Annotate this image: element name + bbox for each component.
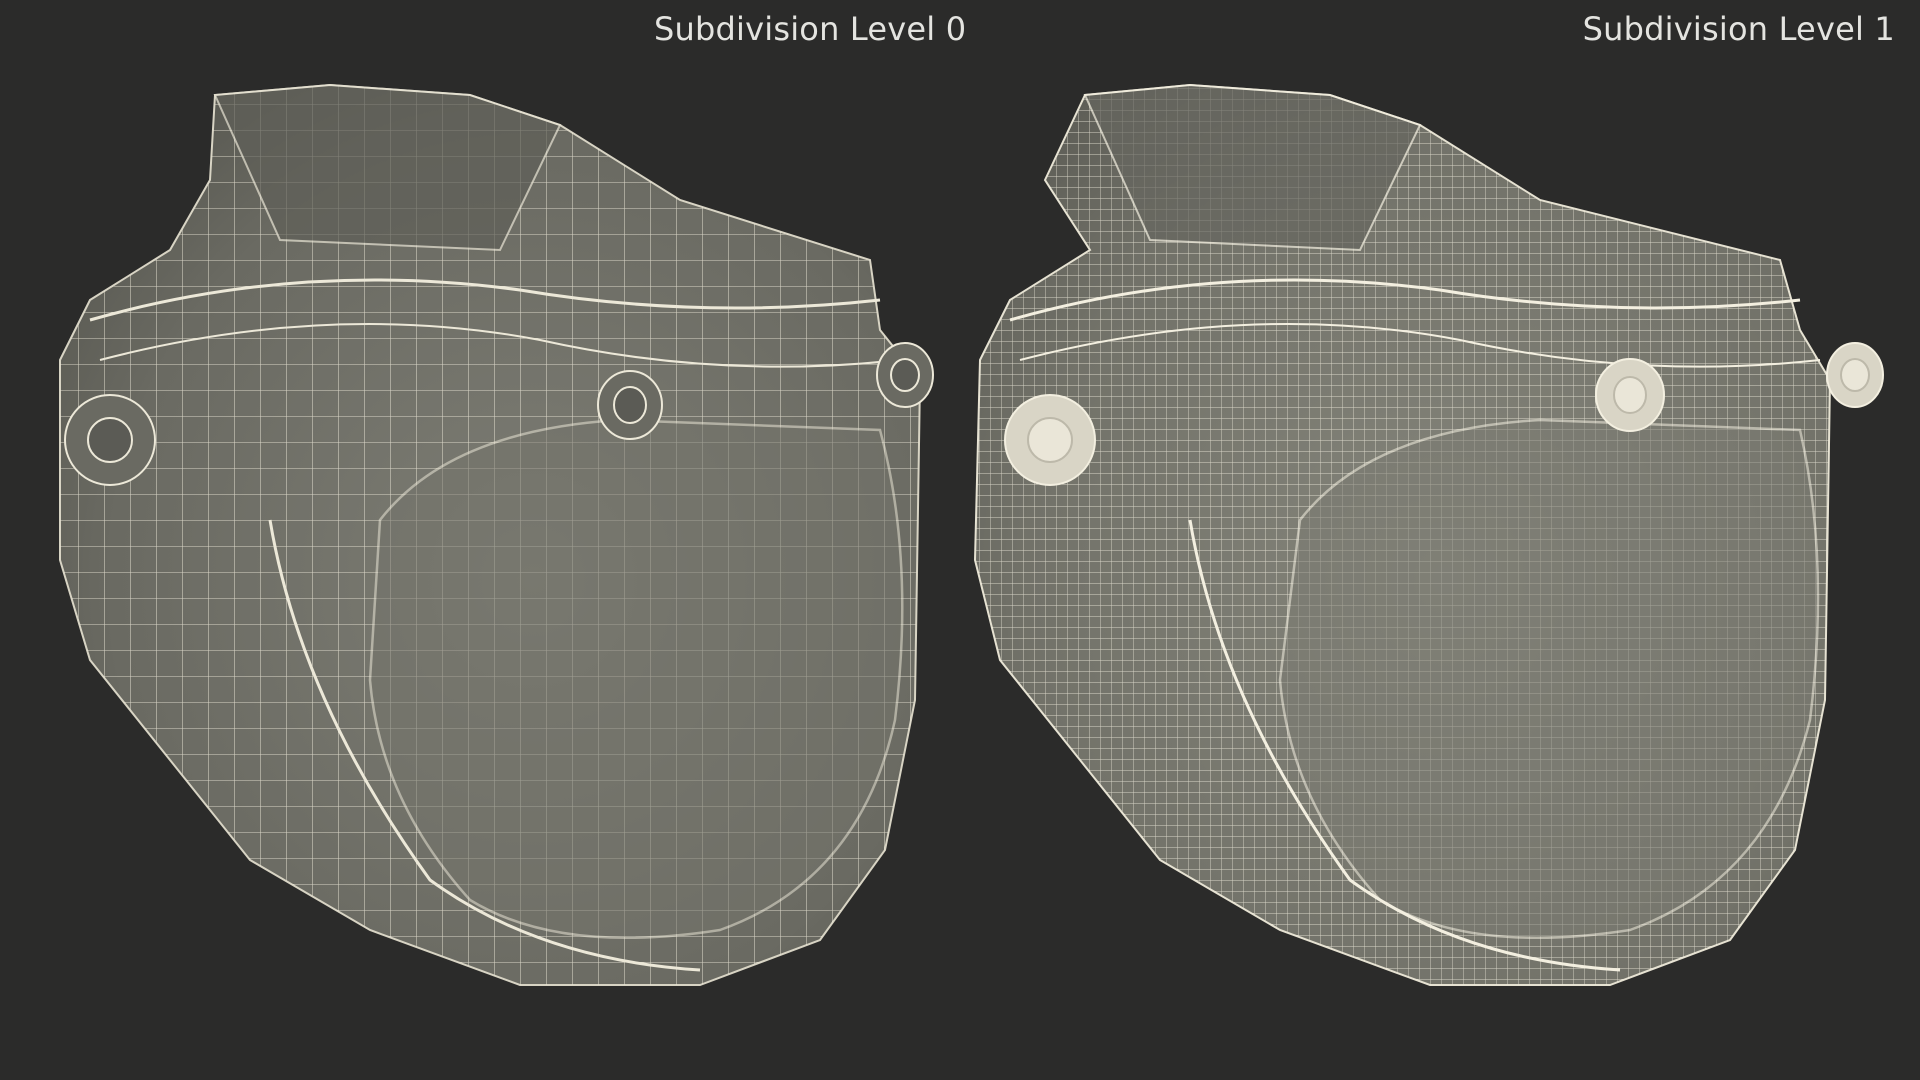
front-knob-icon: [597, 370, 663, 440]
side-knob-icon: [1004, 394, 1096, 486]
helmet-level-0: [59, 83, 934, 986]
helmet-renders: [59, 83, 1884, 986]
top-knob-icon: [1826, 342, 1884, 408]
helmet-level-1: [973, 83, 1884, 986]
subdivision-level-1-label: Subdivision Level 1: [1582, 10, 1895, 48]
top-knob-icon: [876, 342, 934, 408]
front-knob-icon: [1595, 358, 1665, 432]
subdivision-level-0-label: Subdivision Level 0: [654, 10, 967, 48]
side-knob-icon: [64, 394, 156, 486]
viewport-canvas: Subdivision Level 0 Subdivision Level 1: [0, 0, 1920, 1080]
